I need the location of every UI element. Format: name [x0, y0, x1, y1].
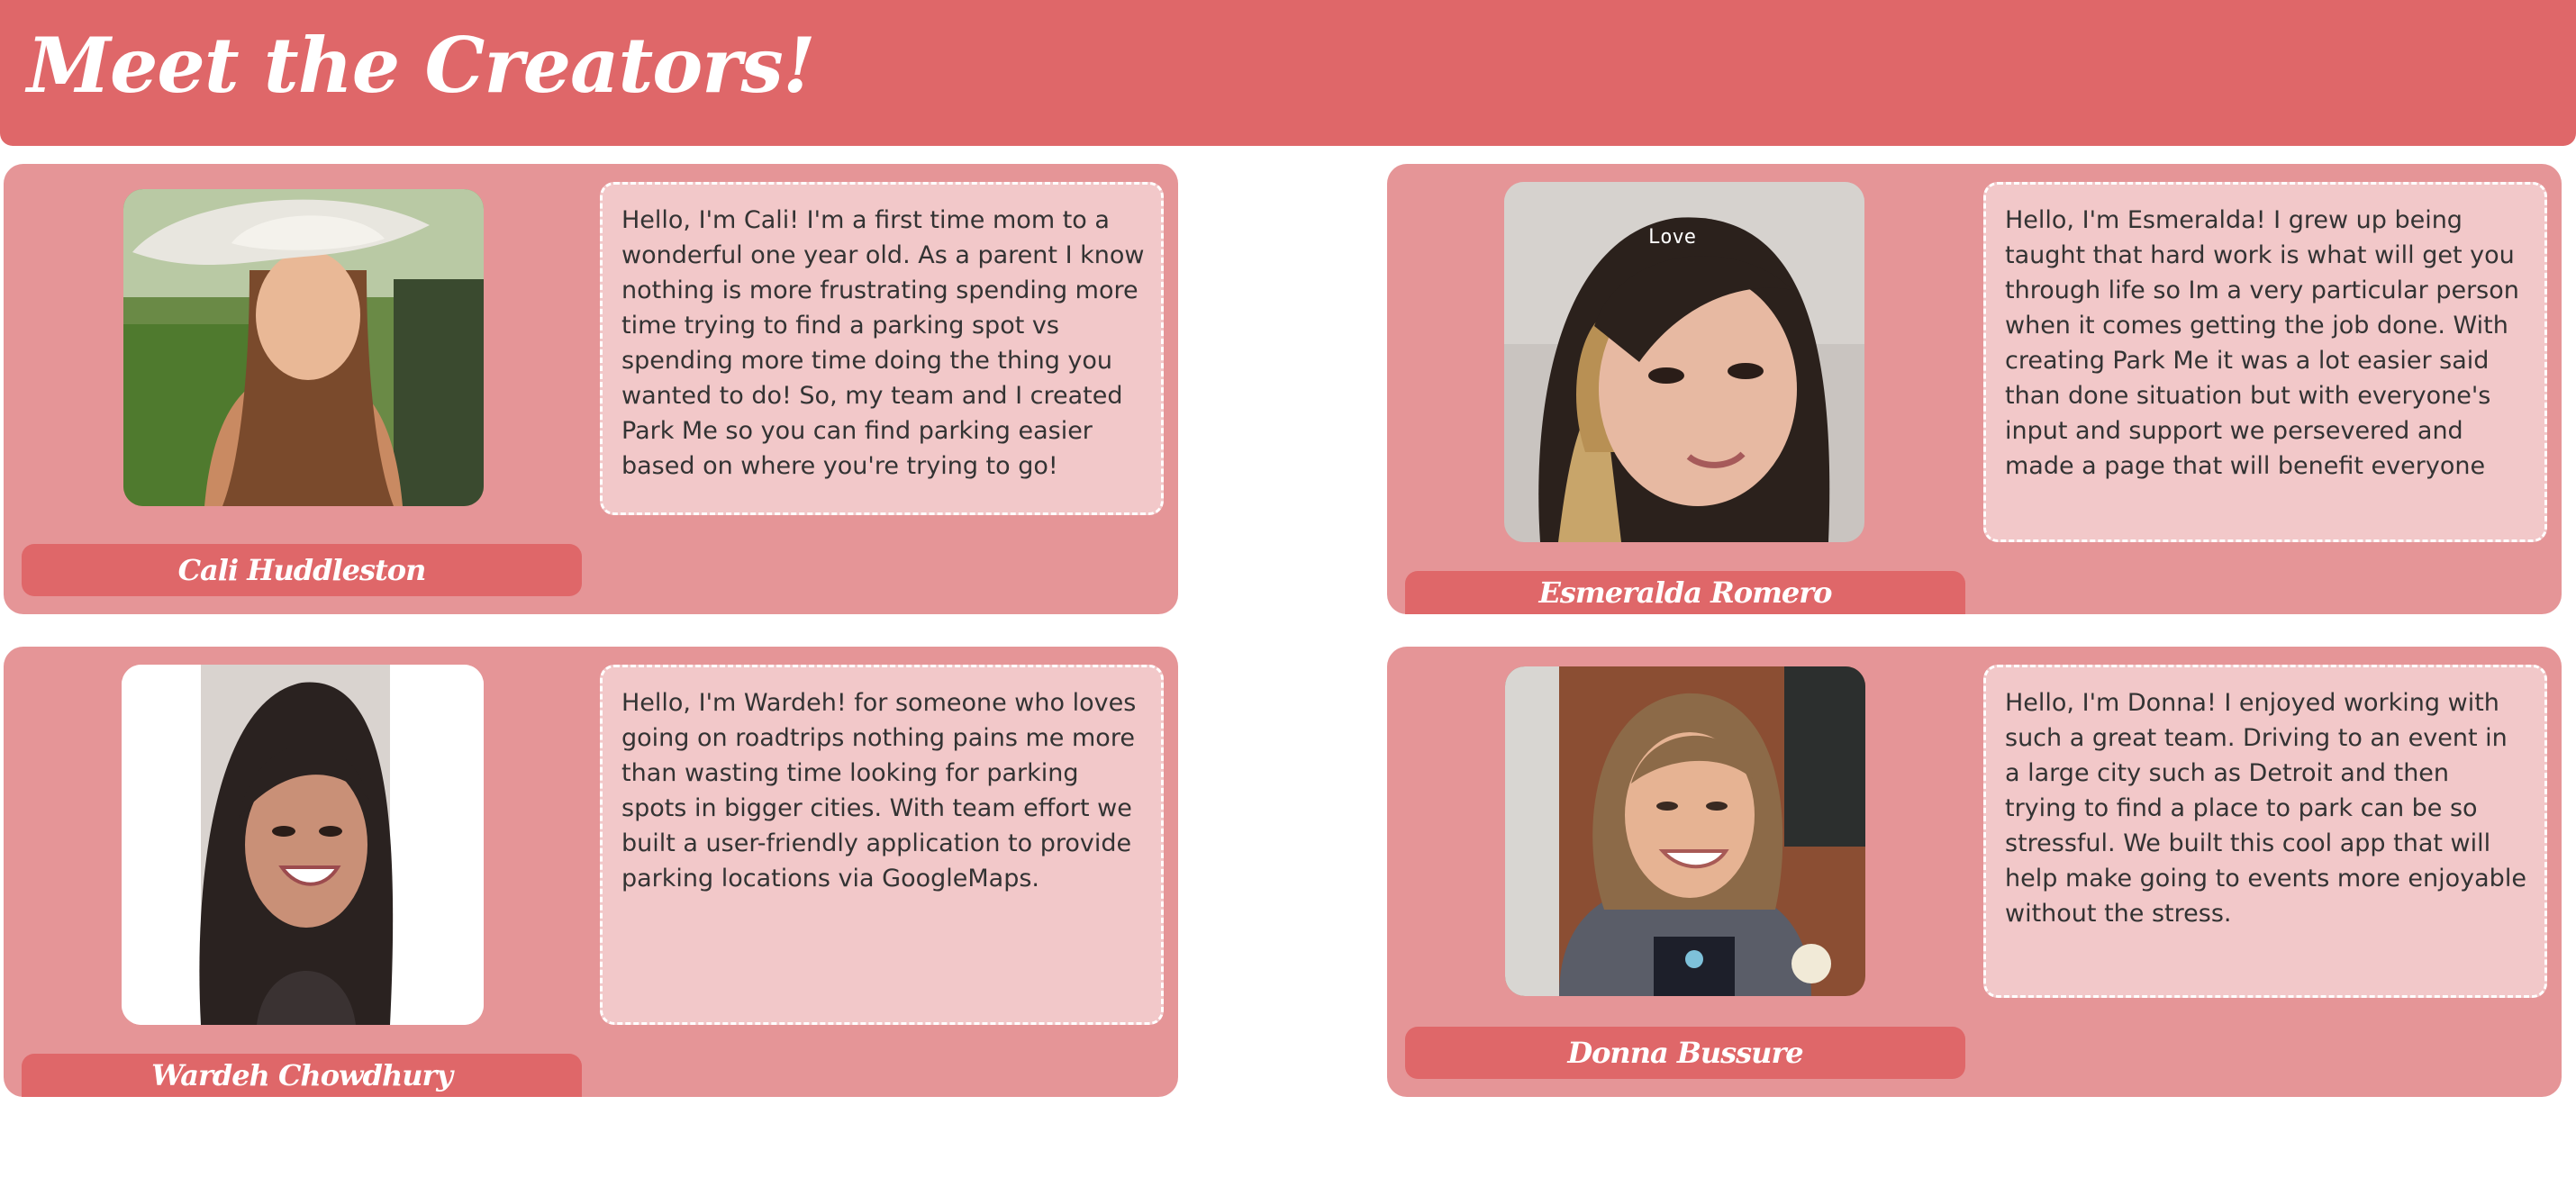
- creator-photo-cali: [123, 189, 484, 506]
- creator-card-cali: Cali Huddleston Hello, I'm Cali! I'm a f…: [4, 164, 1178, 614]
- creator-card-wardeh: Wardeh Chowdhury Hello, I'm Wardeh! for …: [4, 647, 1178, 1097]
- creator-card-donna: Donna Bussure Hello, I'm Donna! I enjoye…: [1387, 647, 2562, 1097]
- page-title: Meet the Creators!: [27, 21, 816, 110]
- creator-bio-wardeh: Hello, I'm Wardeh! for someone who loves…: [600, 665, 1164, 1025]
- creator-name-wardeh: Wardeh Chowdhury: [22, 1054, 582, 1097]
- creator-photo-donna: [1505, 666, 1865, 996]
- creator-photo-wardeh: [122, 665, 484, 1025]
- creator-bio-cali: Hello, I'm Cali! I'm a first time mom to…: [600, 182, 1164, 515]
- creator-photo-esmeralda: Love: [1504, 182, 1864, 542]
- page-header: Meet the Creators!: [0, 0, 2576, 146]
- creator-name-donna: Donna Bussure: [1405, 1027, 1965, 1079]
- creator-name-cali: Cali Huddleston: [22, 544, 582, 596]
- creator-name-esmeralda: Esmeralda Romero: [1405, 571, 1965, 614]
- creator-bio-esmeralda: Hello, I'm Esmeralda! I grew up being ta…: [1983, 182, 2547, 542]
- photo-caption-love: Love: [1648, 226, 1696, 249]
- creator-card-esmeralda: Love Esmeralda Romero Hello, I'm Esmeral…: [1387, 164, 2562, 614]
- creator-bio-donna: Hello, I'm Donna! I enjoyed working with…: [1983, 665, 2547, 998]
